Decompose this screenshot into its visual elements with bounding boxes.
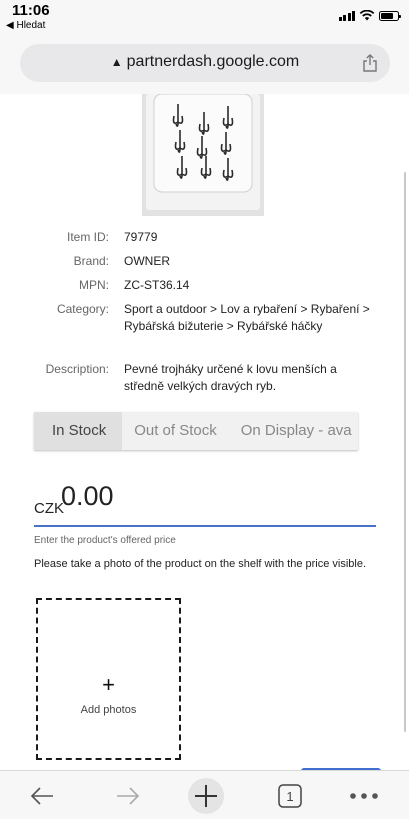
back-to-app-link[interactable]: ◀ Hledat — [6, 20, 45, 31]
category-value: Sport a outdoor > Lov a rybaření > Rybař… — [124, 302, 370, 333]
mpn-value: ZC-ST36.14 — [124, 278, 190, 292]
description-label: Description: — [45, 362, 109, 376]
brand-value: OWNER — [124, 254, 170, 268]
address-bar[interactable]: ▲ partnerdash.google.com — [20, 44, 390, 82]
plus-icon: + — [102, 672, 115, 697]
back-arrow-icon[interactable] — [22, 771, 62, 819]
new-tab-plus-icon[interactable] — [186, 771, 226, 819]
treble-hooks-image — [142, 94, 264, 216]
wifi-icon — [359, 10, 375, 21]
price-hint: Enter the product's offered price — [34, 535, 176, 546]
tab-count: 1 — [286, 789, 293, 804]
item-id-value: 79779 — [124, 230, 158, 244]
stock-status-tabs: In Stock Out of Stock On Display - ava — [34, 412, 358, 450]
lock-icon: ▲ — [110, 55, 123, 69]
page-scrollbar[interactable] — [404, 172, 406, 732]
description-value: Pevné trojháky určené k lovu menších a s… — [124, 362, 337, 393]
currency-label: CZK — [34, 500, 64, 517]
battery-icon — [379, 10, 401, 21]
item-id-label: Item ID: — [66, 230, 109, 244]
url-display[interactable]: ▲ partnerdash.google.com — [20, 53, 390, 71]
tab-on-display[interactable]: On Display - ava — [229, 412, 358, 450]
category-label: Category: — [56, 302, 109, 316]
tab-count-icon[interactable]: 1 — [270, 771, 310, 819]
browser-address-area: ▲ partnerdash.google.com — [0, 34, 409, 94]
price-input[interactable]: CZK 0.00 — [34, 477, 376, 527]
status-bar: 11:06 ◀ Hledat — [0, 0, 409, 34]
more-dots-icon[interactable] — [342, 771, 386, 819]
cellular-signal-icon — [338, 10, 355, 21]
page-content: Item ID: 79779 Brand: OWNER MPN: ZC-ST36… — [0, 94, 409, 770]
photo-instructions: Please take a photo of the product on th… — [34, 558, 367, 570]
mpn-label: MPN: — [79, 278, 109, 292]
tab-in-stock[interactable]: In Stock — [34, 412, 123, 450]
share-icon[interactable] — [362, 54, 378, 72]
brand-label: Brand: — [73, 254, 109, 268]
add-photos-label: Add photos — [80, 704, 137, 716]
url-text: partnerdash.google.com — [126, 53, 300, 70]
status-time: 11:06 — [12, 2, 50, 19]
tab-out-of-stock[interactable]: Out of Stock — [122, 412, 229, 450]
browser-toolbar: 1 — [0, 770, 409, 819]
status-icons — [338, 10, 401, 21]
forward-arrow-icon[interactable] — [108, 771, 148, 819]
price-value[interactable]: 0.00 — [61, 481, 114, 512]
add-photos-button[interactable]: + Add photos — [36, 598, 181, 760]
